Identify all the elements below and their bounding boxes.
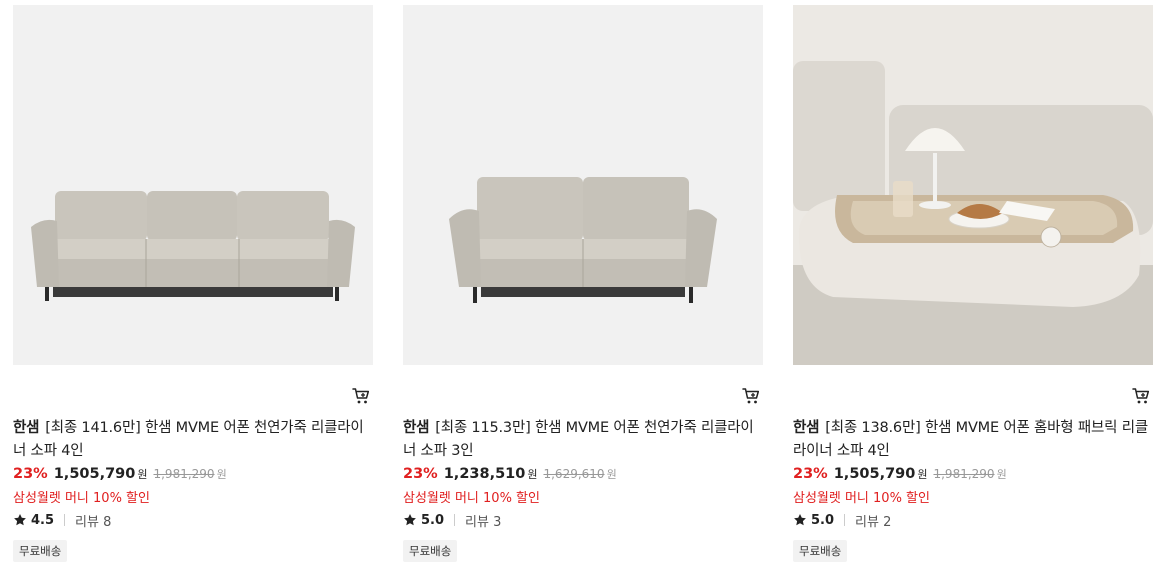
- sale-price: 1,238,510: [443, 466, 526, 482]
- product-title[interactable]: 한샘 [최종 115.3만] 한샘 MVME 어폰 천연가죽 리클라이너 소파 3…: [403, 417, 761, 463]
- free-shipping-badge: 무료배송: [793, 540, 848, 562]
- product-name: [최종 141.6만] 한샘 MVME 어폰 천연가죽 리클라이너 소파 4인: [13, 420, 364, 459]
- price-row: 23% 1,238,510 원 1,629,610 원: [403, 466, 617, 486]
- rating-row: 5.0 리뷰 3: [403, 510, 501, 530]
- sale-price: 1,505,790: [833, 466, 916, 482]
- product-name: [최종 115.3만] 한샘 MVME 어폰 천연가죽 리클라이너 소파 3인: [403, 420, 754, 459]
- rating-score: 4.5: [31, 512, 55, 528]
- divider: [454, 514, 456, 526]
- rating-row: 4.5 리뷰 8: [13, 510, 111, 530]
- promo-text: 삼성월렛 머니 10% 할인: [793, 491, 930, 506]
- price-row: 23% 1,505,790 원 1,981,290 원: [13, 466, 227, 486]
- discount-rate: 23%: [403, 466, 438, 482]
- product-grid: 한샘 [최종 141.6만] 한샘 MVME 어폰 천연가죽 리클라이너 소파 4…: [0, 0, 1160, 570]
- sale-price: 1,505,790: [53, 466, 136, 482]
- product-title[interactable]: 한샘 [최종 141.6만] 한샘 MVME 어폰 천연가죽 리클라이너 소파 4…: [13, 417, 371, 463]
- product-card[interactable]: 한샘 [최종 141.6만] 한샘 MVME 어폰 천연가죽 리클라이너 소파 4…: [13, 5, 373, 565]
- currency-label: 원: [917, 468, 928, 481]
- promo-text: 삼성월렛 머니 10% 할인: [13, 491, 150, 506]
- review-count: 리뷰 2: [855, 514, 892, 530]
- brand-name: 한샘: [13, 420, 40, 436]
- rating-score: 5.0: [421, 512, 445, 528]
- product-image[interactable]: [13, 5, 373, 365]
- star-icon: [794, 514, 806, 526]
- promo-text: 삼성월렛 머니 10% 할인: [403, 491, 540, 506]
- original-price: 1,981,290: [933, 467, 995, 481]
- free-shipping-badge: 무료배송: [403, 540, 458, 562]
- cart-icon: [352, 388, 370, 404]
- product-name: [최종 138.6만] 한샘 MVME 어폰 홈바형 패브릭 리클라이너 소파 …: [793, 420, 1148, 459]
- discount-rate: 23%: [13, 466, 48, 482]
- review-count: 리뷰 3: [465, 514, 502, 530]
- sofa-4-seater-image: [13, 5, 373, 365]
- divider: [844, 514, 846, 526]
- add-to-cart-button[interactable]: [741, 386, 761, 406]
- divider: [64, 514, 66, 526]
- original-price: 1,981,290: [153, 467, 215, 481]
- rating-score: 5.0: [811, 512, 835, 528]
- cart-icon: [1132, 388, 1150, 404]
- currency-label-original: 원: [216, 468, 227, 481]
- currency-label: 원: [137, 468, 148, 481]
- free-shipping-badge: 무료배송: [13, 540, 68, 562]
- product-card[interactable]: 한샘 [최종 138.6만] 한샘 MVME 어폰 홈바형 패브릭 리클라이너 소…: [793, 5, 1153, 565]
- cart-icon: [742, 388, 760, 404]
- currency-label-original: 원: [606, 468, 617, 481]
- currency-label: 원: [527, 468, 538, 481]
- brand-name: 한샘: [403, 420, 430, 436]
- review-count: 리뷰 8: [75, 514, 112, 530]
- fabric-sofa-tray-image: [793, 5, 1153, 365]
- product-title[interactable]: 한샘 [최종 138.6만] 한샘 MVME 어폰 홈바형 패브릭 리클라이너 소…: [793, 417, 1151, 463]
- original-price: 1,629,610: [543, 467, 605, 481]
- product-image[interactable]: [403, 5, 763, 365]
- currency-label-original: 원: [996, 468, 1007, 481]
- price-row: 23% 1,505,790 원 1,981,290 원: [793, 466, 1007, 486]
- star-icon: [14, 514, 26, 526]
- rating-row: 5.0 리뷰 2: [793, 510, 891, 530]
- add-to-cart-button[interactable]: [351, 386, 371, 406]
- add-to-cart-button[interactable]: [1131, 386, 1151, 406]
- star-icon: [404, 514, 416, 526]
- discount-rate: 23%: [793, 466, 828, 482]
- product-card[interactable]: 한샘 [최종 115.3만] 한샘 MVME 어폰 천연가죽 리클라이너 소파 3…: [403, 5, 763, 565]
- sofa-3-seater-image: [403, 5, 763, 365]
- brand-name: 한샘: [793, 420, 820, 436]
- product-image[interactable]: [793, 5, 1153, 365]
